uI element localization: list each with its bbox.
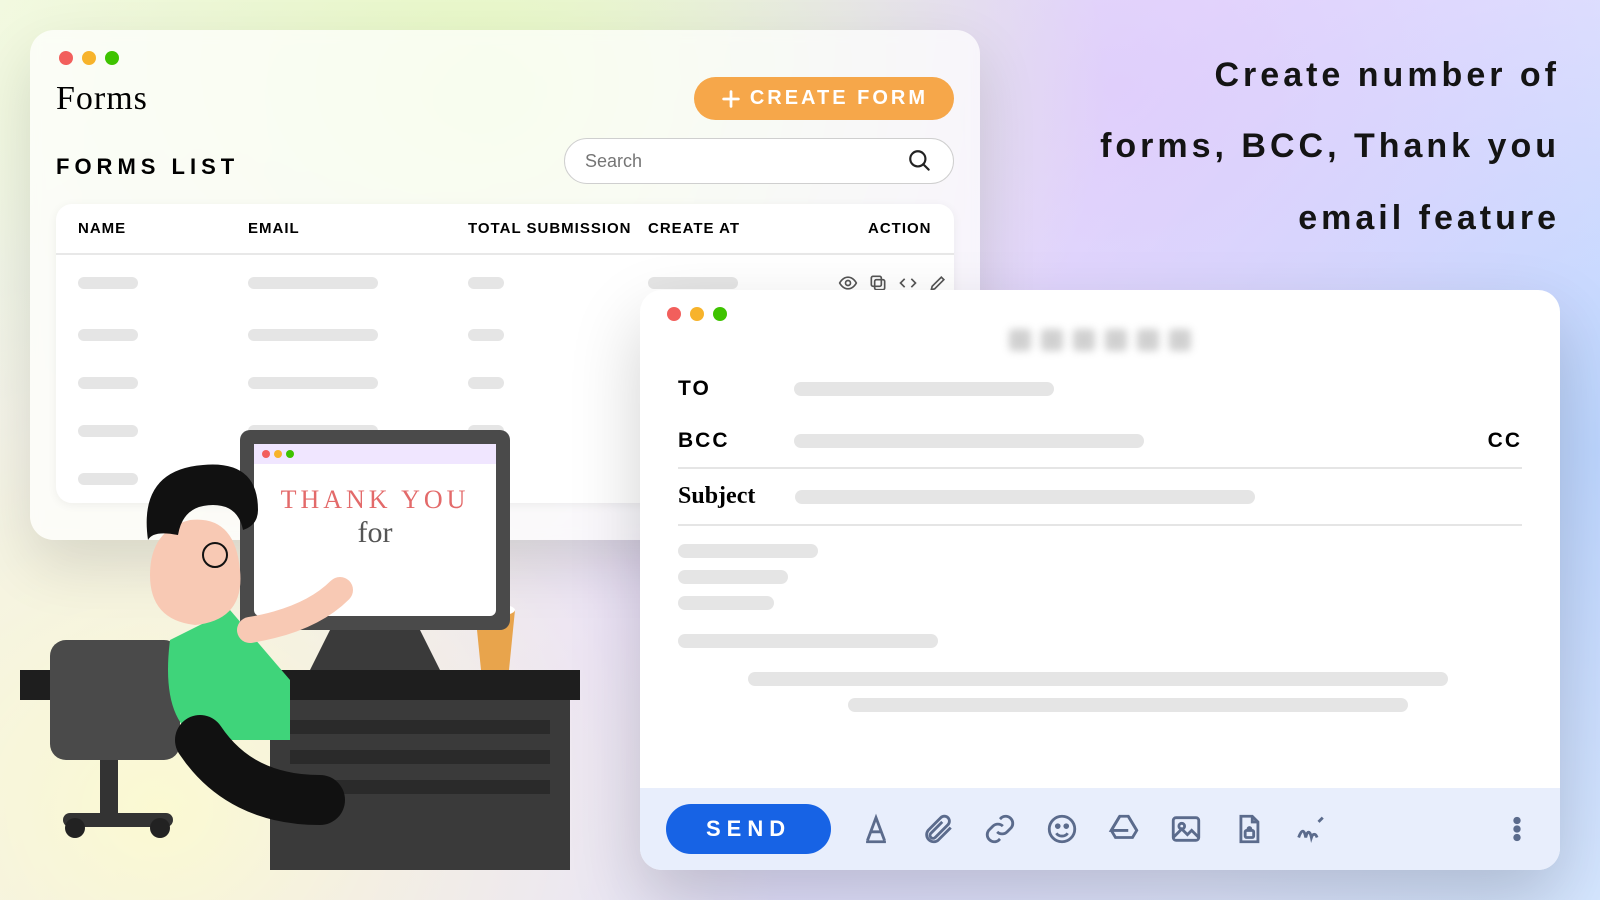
signature-icon[interactable] <box>1293 812 1327 846</box>
col-total-submission: TOTAL SUBMISSION <box>468 220 648 237</box>
bcc-row: BCC CC <box>678 415 1522 469</box>
headline-line: email feature <box>1040 183 1560 254</box>
search-input[interactable] <box>585 151 865 172</box>
image-icon[interactable] <box>1169 812 1203 846</box>
window-traffic-lights <box>667 307 1536 321</box>
blurred-header-icons <box>664 329 1536 351</box>
minimize-dot-icon[interactable] <box>690 307 704 321</box>
window-traffic-lights <box>59 51 954 65</box>
drive-icon[interactable] <box>1107 812 1141 846</box>
to-row: TO <box>678 363 1522 415</box>
skeleton-cell <box>78 473 138 485</box>
search-input-wrap[interactable] <box>564 138 954 184</box>
link-icon[interactable] <box>983 812 1017 846</box>
headline: Create number of forms, BCC, Thank you e… <box>1040 40 1560 254</box>
send-label: SEND <box>706 816 791 841</box>
subject-field[interactable] <box>795 490 1255 504</box>
minimize-dot-icon[interactable] <box>82 51 96 65</box>
skeleton-cell <box>248 425 378 437</box>
col-name: NAME <box>78 220 248 237</box>
skeleton-cell <box>468 425 504 437</box>
mail-footer: SEND <box>640 788 1560 870</box>
create-form-button[interactable]: CREATE FORM <box>694 77 954 120</box>
to-label: TO <box>678 377 754 401</box>
skeleton-cell <box>78 377 138 389</box>
create-form-label: CREATE FORM <box>750 87 928 110</box>
subject-label: Subject <box>678 483 755 510</box>
emoji-icon[interactable] <box>1045 812 1079 846</box>
bcc-label: BCC <box>678 429 754 453</box>
close-dot-icon[interactable] <box>667 307 681 321</box>
attach-icon[interactable] <box>921 812 955 846</box>
skeleton-cell <box>78 425 138 437</box>
plus-icon <box>720 88 742 110</box>
skeleton-cell <box>78 329 138 341</box>
skeleton-cell <box>468 473 504 485</box>
skeleton-cell <box>468 377 504 389</box>
maximize-dot-icon[interactable] <box>713 307 727 321</box>
col-create-at: CREATE AT <box>648 220 838 237</box>
headline-line: forms, BCC, Thank you <box>1040 111 1560 182</box>
search-icon <box>907 148 933 174</box>
skeleton-cell <box>248 473 378 485</box>
text-style-icon[interactable] <box>859 812 893 846</box>
skeleton-cell <box>248 377 378 389</box>
skeleton-cell <box>248 277 378 289</box>
cc-label[interactable]: CC <box>1488 429 1522 453</box>
compose-mail-window: TO BCC CC Subject SEND <box>640 290 1560 870</box>
skeleton-cell <box>468 277 504 289</box>
bcc-field[interactable] <box>794 434 1144 448</box>
forms-title: Forms <box>56 80 148 118</box>
skeleton-cell <box>468 329 504 341</box>
send-button[interactable]: SEND <box>666 804 831 854</box>
maximize-dot-icon[interactable] <box>105 51 119 65</box>
more-icon[interactable] <box>1500 812 1534 846</box>
skeleton-cell <box>78 277 138 289</box>
lock-file-icon[interactable] <box>1231 812 1265 846</box>
close-dot-icon[interactable] <box>59 51 73 65</box>
to-field[interactable] <box>794 382 1054 396</box>
skeleton-cell <box>248 329 378 341</box>
subject-row: Subject <box>678 469 1522 526</box>
col-email: EMAIL <box>248 220 468 237</box>
table-header: NAME EMAIL TOTAL SUBMISSION CREATE AT AC… <box>56 204 954 255</box>
skeleton-cell <box>648 277 738 289</box>
col-action: ACTION <box>838 220 932 237</box>
mail-body-area[interactable] <box>678 526 1522 712</box>
headline-line: Create number of <box>1040 40 1560 111</box>
forms-list-heading: FORMS LIST <box>56 154 239 180</box>
